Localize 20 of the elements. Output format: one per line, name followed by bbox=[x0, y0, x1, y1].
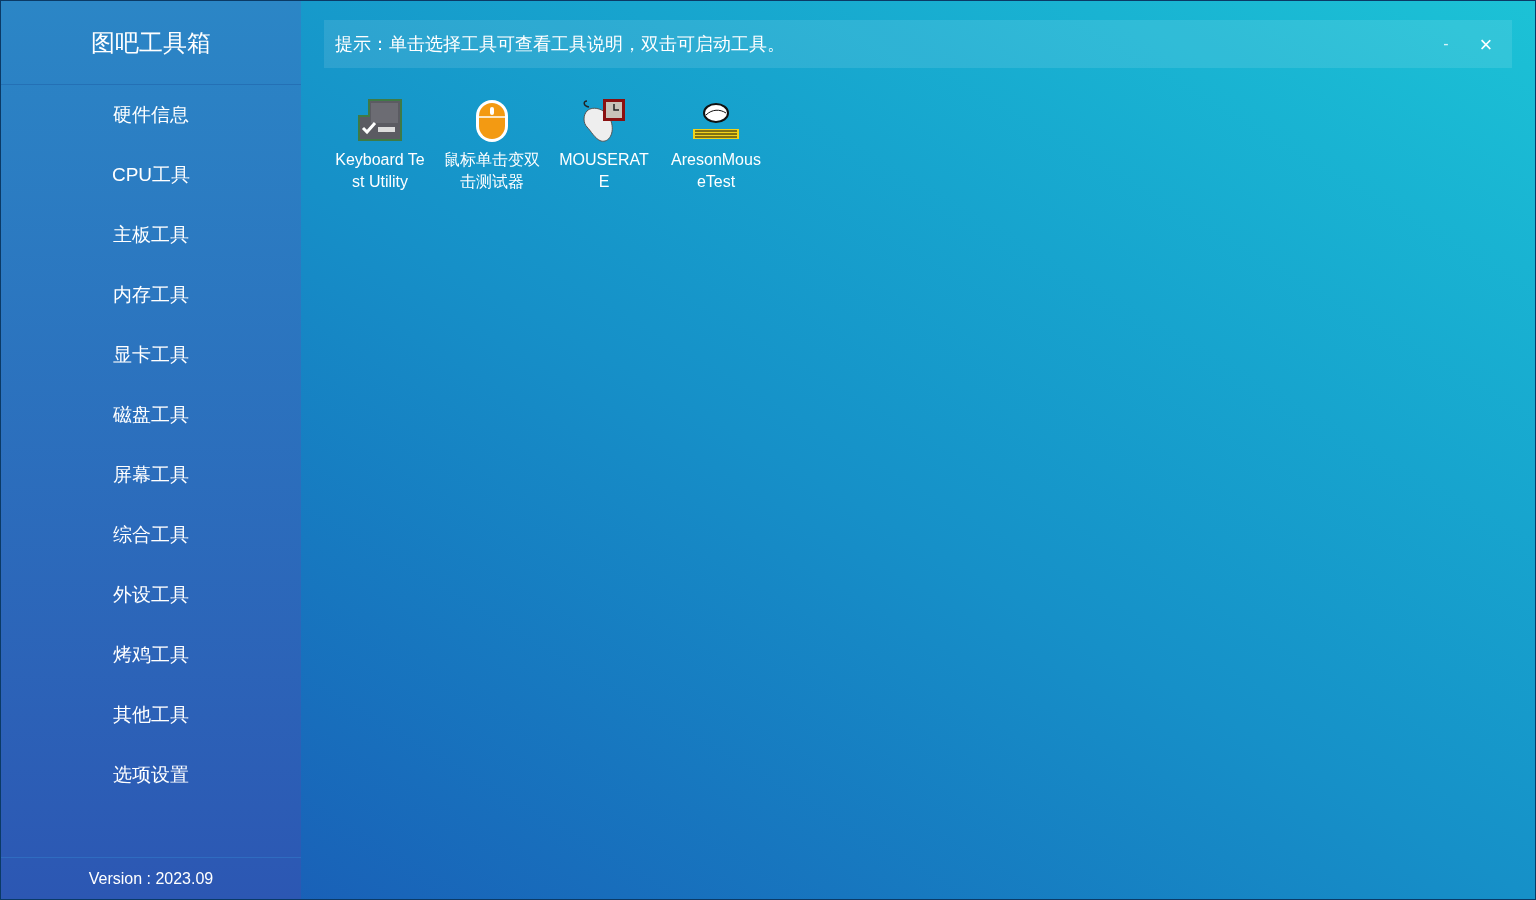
keyboard-key-icon[interactable] bbox=[357, 98, 403, 144]
sidebar-item[interactable]: 显卡工具 bbox=[113, 340, 189, 370]
tool-label[interactable]: MOUSERATE bbox=[556, 149, 652, 193]
app-title: 图吧工具箱 bbox=[91, 27, 211, 58]
sidebar-item[interactable]: 综合工具 bbox=[113, 520, 189, 550]
sidebar-item[interactable]: 烤鸡工具 bbox=[113, 640, 189, 670]
version-label: Version : 2023.09 bbox=[88, 868, 214, 889]
sidebar-item[interactable]: 主板工具 bbox=[113, 220, 189, 250]
tool-label[interactable]: AresonMouseTest bbox=[668, 149, 764, 193]
sidebar-item[interactable]: 硬件信息 bbox=[113, 100, 189, 130]
sidebar-item[interactable]: 内存工具 bbox=[113, 280, 189, 310]
sidebar-item[interactable]: 屏幕工具 bbox=[113, 460, 189, 490]
sidebar-item[interactable]: 其他工具 bbox=[113, 700, 189, 730]
hint-text: 提示：单击选择工具可查看工具说明，双击可启动工具。 bbox=[335, 32, 786, 56]
sidebar-item[interactable]: 外设工具 bbox=[113, 580, 189, 610]
tool-label[interactable]: 鼠标单击变双击测试器 bbox=[444, 149, 540, 193]
tool-label[interactable]: Keyboard Test Utility bbox=[332, 149, 428, 193]
sidebar-item[interactable]: 选项设置 bbox=[113, 760, 189, 790]
sidebar-item[interactable]: CPU工具 bbox=[111, 160, 191, 190]
sidebar-item[interactable]: 磁盘工具 bbox=[113, 400, 189, 430]
